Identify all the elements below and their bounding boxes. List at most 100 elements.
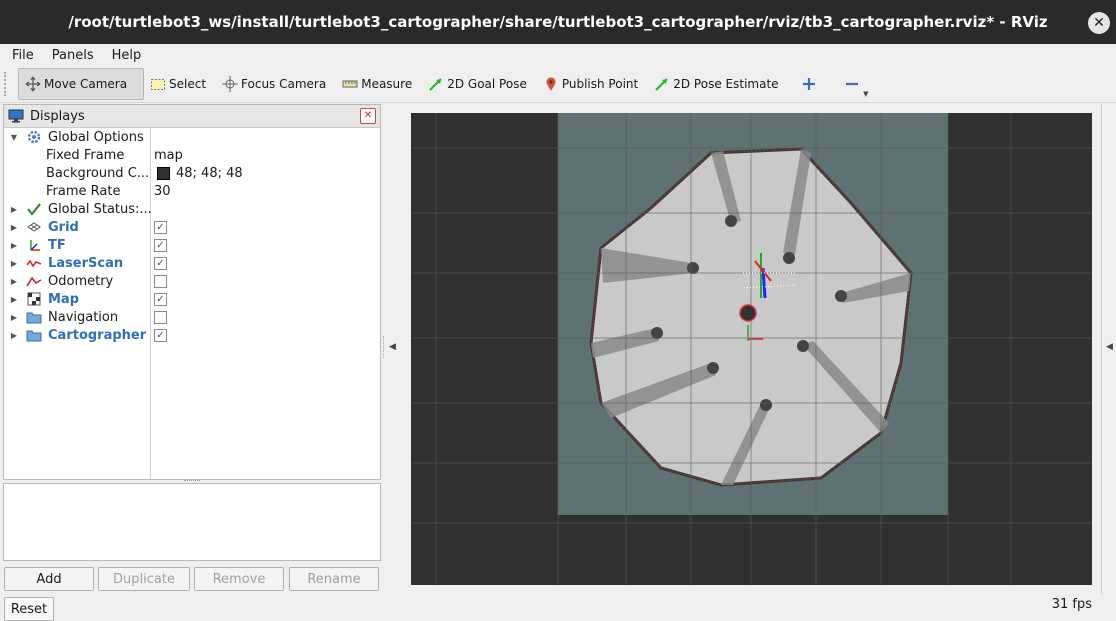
expand-arrow-icon[interactable]: ▶	[10, 205, 18, 214]
display-item-tf[interactable]: ▶ TF ✓	[4, 236, 380, 254]
measure-icon	[342, 76, 358, 92]
menu-panels[interactable]: Panels	[40, 48, 100, 63]
cartographer-checkbox[interactable]: ✓	[154, 328, 167, 342]
display-item-laserscan[interactable]: ▶ LaserScan ✓	[4, 254, 380, 272]
odometry-checkbox[interactable]	[154, 274, 167, 288]
odometry-label: Odometry	[48, 273, 114, 289]
goal-pose-tool[interactable]: 2D Goal Pose	[422, 69, 537, 99]
expand-arrow-icon[interactable]: ▶	[10, 295, 18, 304]
frame-rate-row[interactable]: Frame Rate 30	[4, 182, 380, 200]
right-panel-splitter[interactable]: ◀	[1101, 104, 1116, 594]
measure-label: Measure	[361, 77, 413, 91]
expand-arrow-icon[interactable]: ▶	[10, 259, 18, 268]
menu-help[interactable]: Help	[100, 48, 148, 63]
cartographer-label: Cartographer	[48, 327, 147, 343]
map-render	[411, 113, 1092, 585]
checkbox[interactable]	[154, 310, 167, 324]
minus-icon	[844, 76, 860, 92]
map-label: Map	[48, 291, 80, 307]
window-title: /root/turtlebot3_ws/install/turtlebot3_c…	[68, 13, 1048, 31]
pose-estimate-tool[interactable]: 2D Pose Estimate	[648, 69, 788, 99]
checkbox[interactable]: ✓	[154, 328, 167, 342]
display-item-odometry[interactable]: ▶ Odometry	[4, 272, 380, 290]
add-button[interactable]: Add	[4, 567, 94, 591]
tf-axes-icon	[26, 237, 42, 253]
checkbox[interactable]: ✓	[154, 220, 167, 234]
expand-arrow-icon[interactable]: ▶	[10, 241, 18, 250]
move-camera-label: Move Camera	[44, 77, 128, 91]
publish-point-tool[interactable]: Publish Point	[537, 69, 648, 99]
global-status-row[interactable]: ▶ Global Status:...	[4, 200, 380, 218]
goal-arrow-icon	[428, 76, 444, 92]
dropdown-arrow-icon[interactable]: ▼	[863, 90, 868, 98]
select-icon	[150, 76, 166, 92]
pose-estimate-label: 2D Pose Estimate	[673, 77, 779, 91]
collapse-right-icon[interactable]: ◀	[1106, 342, 1113, 352]
duplicate-button[interactable]: Duplicate	[98, 567, 190, 591]
select-tool[interactable]: Select	[144, 69, 216, 99]
toolbar-grip[interactable]	[4, 72, 18, 96]
expand-arrow-icon[interactable]: ▶	[10, 331, 18, 340]
reset-button[interactable]: Reset	[4, 597, 54, 621]
menu-bar: File Panels Help	[0, 44, 1116, 66]
collapse-left-icon[interactable]: ◀	[389, 342, 396, 352]
displays-title: Displays	[30, 108, 85, 124]
close-window-button[interactable]: ✕	[1088, 12, 1110, 34]
tf-checkbox[interactable]: ✓	[154, 238, 167, 252]
close-panel-icon[interactable]: ✕	[360, 108, 376, 124]
focus-camera-tool[interactable]: Focus Camera	[216, 69, 336, 99]
remove-tool-button[interactable]: ▼	[832, 69, 875, 99]
description-box	[3, 483, 381, 561]
left-panel-splitter[interactable]: ◀	[383, 104, 403, 594]
expand-arrow-icon[interactable]: ▶	[10, 277, 18, 286]
frame-rate-value[interactable]: 30	[154, 184, 171, 199]
display-item-navigation[interactable]: ▶ Navigation	[4, 308, 380, 326]
expand-arrow-icon[interactable]: ▶	[10, 313, 18, 322]
tf-label: TF	[48, 237, 66, 253]
grid-checkbox[interactable]: ✓	[154, 220, 167, 234]
collapse-arrow-icon[interactable]: ▼	[10, 133, 18, 142]
fps-counter: 31 fps	[1051, 597, 1092, 612]
splitter-grip	[383, 336, 387, 358]
display-item-cartographer[interactable]: ▶ Cartographer ✓	[4, 326, 380, 344]
move-camera-icon	[25, 76, 41, 92]
laserscan-checkbox[interactable]: ✓	[154, 256, 167, 270]
pose-arrow-icon	[654, 76, 670, 92]
measure-tool[interactable]: Measure	[336, 69, 422, 99]
background-color-row[interactable]: Background C... 48; 48; 48	[4, 164, 380, 182]
folder-icon	[26, 327, 42, 343]
gear-icon	[26, 129, 42, 145]
fixed-frame-row[interactable]: Fixed Frame map	[4, 146, 380, 164]
window-titlebar: /root/turtlebot3_ws/install/turtlebot3_c…	[0, 0, 1116, 44]
global-status-label: Global Status:...	[48, 201, 152, 217]
expand-arrow-icon[interactable]: ▶	[10, 223, 18, 232]
move-camera-tool[interactable]: Move Camera	[18, 68, 144, 100]
fixed-frame-value[interactable]: map	[154, 148, 183, 163]
checkbox[interactable]: ✓	[154, 292, 167, 306]
remove-button[interactable]: Remove	[194, 567, 284, 591]
map-checkbox[interactable]: ✓	[154, 292, 167, 306]
checkbox[interactable]	[154, 274, 167, 288]
checkbox[interactable]: ✓	[154, 256, 167, 270]
navigation-checkbox[interactable]	[154, 310, 167, 324]
monitor-icon	[8, 109, 24, 123]
3d-viewport[interactable]	[411, 113, 1092, 585]
checkbox[interactable]: ✓	[154, 238, 167, 252]
rename-button[interactable]: Rename	[289, 567, 379, 591]
fixed-frame-label: Fixed Frame	[46, 147, 125, 163]
background-color-value[interactable]: 48; 48; 48	[154, 166, 243, 181]
frame-rate-label: Frame Rate	[46, 183, 121, 199]
laserscan-label: LaserScan	[48, 255, 124, 271]
add-tool-button[interactable]	[789, 69, 832, 99]
display-item-grid[interactable]: ▶ Grid ✓	[4, 218, 380, 236]
global-options-row[interactable]: ▼ Global Options	[4, 128, 380, 146]
display-item-map[interactable]: ▶ Map ✓	[4, 290, 380, 308]
navigation-label: Navigation	[48, 309, 119, 325]
checkmark-icon	[26, 201, 42, 217]
publish-point-label: Publish Point	[561, 77, 639, 91]
map-icon	[26, 291, 42, 307]
background-color-label: Background C...	[46, 165, 150, 181]
menu-file[interactable]: File	[0, 48, 40, 63]
tool-bar: Move Camera Select Focus Camera Measure …	[0, 66, 1116, 103]
global-options-label: Global Options	[48, 129, 144, 145]
